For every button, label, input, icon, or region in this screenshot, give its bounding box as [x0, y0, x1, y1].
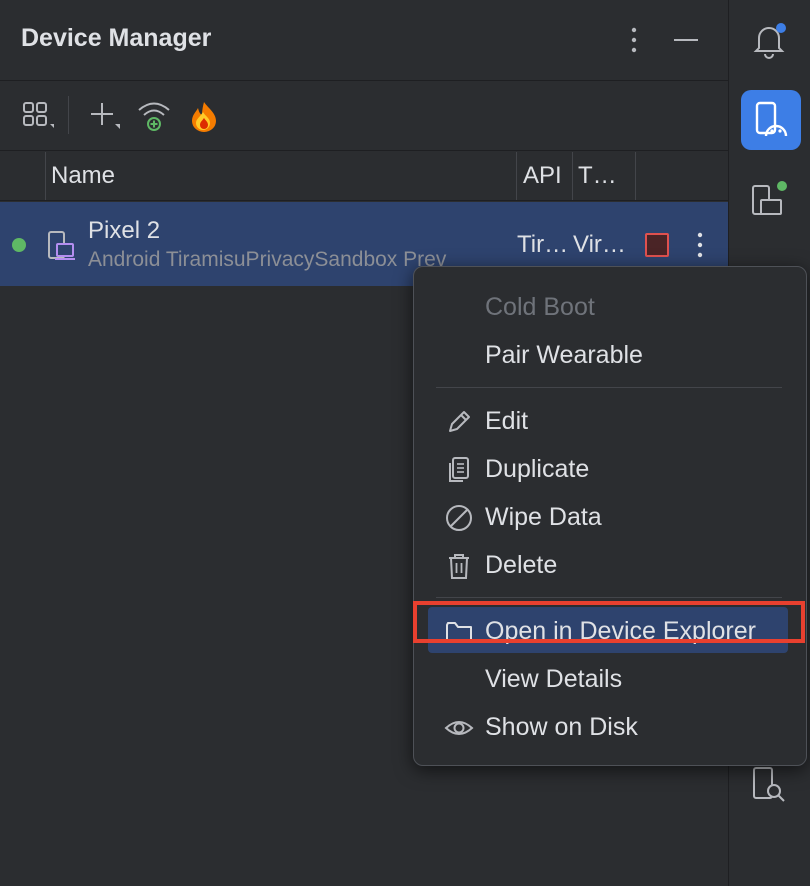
pair-wifi-icon[interactable] [136, 98, 172, 134]
duplicate-icon [449, 457, 469, 482]
firebase-icon[interactable] [186, 98, 222, 134]
menu-item-label: Delete [485, 551, 558, 579]
column-divider [45, 152, 46, 200]
trash-icon [449, 554, 469, 579]
menu-item-duplicate[interactable]: Duplicate [414, 445, 806, 493]
menu-separator [436, 597, 782, 598]
column-divider [516, 152, 517, 200]
minimize-icon[interactable] [672, 26, 700, 54]
menu-item-label: Cold Boot [485, 293, 595, 321]
header-divider [0, 80, 728, 81]
panel-header: Device Manager [0, 0, 728, 80]
menu-item-label: Show on Disk [485, 713, 638, 741]
notifications-icon[interactable] [749, 20, 789, 60]
menu-item-show-on-disk[interactable]: Show on Disk [414, 703, 806, 751]
running-devices-icon[interactable] [749, 180, 789, 220]
menu-separator [436, 387, 782, 388]
column-api[interactable]: API [523, 162, 562, 190]
virtual-device-icon [48, 231, 75, 260]
column-type[interactable]: T… [578, 162, 617, 190]
pencil-icon [449, 411, 470, 432]
more-options-icon[interactable] [622, 24, 646, 56]
running-status-dot [12, 238, 26, 252]
stop-button[interactable] [645, 233, 669, 257]
highlight-callout-box [413, 601, 805, 643]
toolbar [0, 82, 728, 150]
device-api: Tir… [517, 231, 569, 258]
prohibited-icon [446, 505, 472, 531]
column-header-divider [0, 200, 728, 201]
device-manager-icon [755, 101, 788, 137]
device-manager-tab[interactable] [741, 90, 801, 150]
menu-item-label: Duplicate [485, 455, 590, 483]
menu-item-cold-boot[interactable]: Cold Boot [414, 283, 806, 331]
panel-title: Device Manager [21, 24, 212, 52]
toolbar-divider [68, 96, 69, 134]
menu-item-label: View Details [485, 665, 623, 693]
column-name[interactable]: Name [51, 162, 115, 190]
column-divider [635, 152, 636, 200]
eye-icon [444, 721, 474, 735]
context-menu: Cold Boot Pair Wearable Edit Duplicate W… [413, 266, 807, 766]
menu-item-label: Pair Wearable [485, 341, 643, 369]
menu-item-label: Wipe Data [485, 503, 602, 531]
menu-item-delete[interactable]: Delete [414, 541, 806, 589]
menu-item-pair-wearable[interactable]: Pair Wearable [414, 331, 806, 379]
menu-item-wipe-data[interactable]: Wipe Data [414, 493, 806, 541]
device-type: Vir… [573, 231, 626, 258]
toolbar-divider-line [0, 150, 728, 151]
column-header: Name API T… [0, 152, 728, 200]
menu-item-label: Edit [485, 407, 529, 435]
group-by-icon[interactable] [20, 98, 56, 134]
add-device-icon[interactable] [86, 98, 122, 134]
row-more-icon[interactable] [690, 230, 710, 260]
menu-item-edit[interactable]: Edit [414, 397, 806, 445]
menu-item-view-details[interactable]: View Details [414, 655, 806, 703]
column-divider [572, 152, 573, 200]
device-explorer-icon[interactable] [749, 764, 789, 804]
device-name: Pixel 2 [88, 217, 161, 244]
